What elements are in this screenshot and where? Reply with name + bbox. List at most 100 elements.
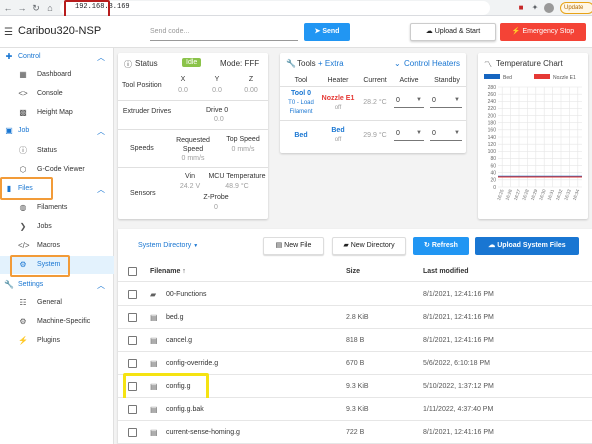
- heater-nozzle-e1[interactable]: Nozzle E1: [316, 95, 360, 102]
- dropdown-arrow-icon: ▼: [454, 130, 460, 136]
- upload-system-files-button[interactable]: ☁ Upload System Files: [475, 237, 579, 255]
- sidebar-section-job[interactable]: ▣ Job ︿: [0, 124, 114, 138]
- home-icon[interactable]: ⌂: [44, 2, 56, 14]
- table-row[interactable]: ▤ bed.g 2.8 KiB 8/1/2021, 12:41:16 PM: [118, 306, 592, 329]
- file-size: 9.3 KiB: [346, 406, 369, 413]
- nozzle-active-select[interactable]: 0 ▼: [394, 94, 424, 108]
- table-row[interactable]: ▤ current-sense-homing.g 722 B 8/1/2021,…: [118, 421, 592, 444]
- upload-system-files-label: Upload System Files: [497, 242, 566, 249]
- y-tick-label: 140: [488, 135, 497, 141]
- mode-label: Mode: FFF: [220, 59, 260, 68]
- update-button[interactable]: Update: [560, 2, 592, 14]
- list-icon: ❯: [19, 222, 27, 231]
- chevron-up-icon: ︿: [97, 185, 105, 194]
- sidebar-item-machine-specific[interactable]: ⚙ Machine-Specific: [0, 313, 114, 331]
- app-title: Caribou320-NSP: [18, 25, 102, 37]
- nozzle-standby-select[interactable]: 0 ▼: [430, 94, 462, 108]
- row-checkbox[interactable]: [128, 405, 137, 414]
- x-tick-label: 16:29: [530, 188, 539, 201]
- table-row[interactable]: ▤ config.g.bak 9.3 KiB 1/11/2022, 4:37:4…: [118, 398, 592, 421]
- grid-icon: ▩: [19, 108, 27, 117]
- file-size: 9.3 KiB: [346, 383, 369, 390]
- tools-col-heater: Heater: [327, 77, 349, 84]
- row-checkbox[interactable]: [128, 336, 137, 345]
- bed-standby-value: 0: [432, 130, 436, 137]
- bed-active-select[interactable]: 0 ▼: [394, 127, 424, 141]
- sidebar-section-settings[interactable]: 🔧 Settings ︿: [0, 278, 114, 292]
- top-speed-label: Top Speed: [226, 136, 260, 143]
- avatar[interactable]: [544, 3, 554, 13]
- load-filament-link[interactable]: T0 - Load Filament: [283, 99, 319, 117]
- sidebar-item-plugins[interactable]: ⚡ Plugins: [0, 332, 114, 350]
- row-checkbox[interactable]: [128, 428, 137, 437]
- col-filename[interactable]: Filename ↑: [150, 268, 186, 275]
- sliders-icon: ☷: [19, 298, 27, 307]
- table-row[interactable]: ▰ 00-Functions 8/1/2021, 12:41:16 PM: [118, 283, 592, 306]
- sidebar-item-filaments[interactable]: ◍ Filaments: [0, 199, 114, 217]
- heater-bed[interactable]: Bed: [316, 127, 360, 134]
- sidebar-item-label: General: [37, 299, 62, 306]
- sidebar-item-console[interactable]: <> Console: [0, 85, 114, 103]
- menu-icon[interactable]: ☰: [4, 27, 13, 38]
- axis-x-label: X: [180, 76, 186, 83]
- reload-icon[interactable]: ↻: [30, 2, 42, 14]
- tools-col-standby: Standby: [434, 77, 460, 84]
- extra-toggle[interactable]: + Extra: [318, 59, 344, 68]
- sidebar-section-control[interactable]: ✚ Control ︿: [0, 50, 114, 64]
- send-label: Send: [322, 28, 340, 35]
- col-size[interactable]: Size: [346, 268, 360, 275]
- upload-start-label: Upload & Start: [434, 28, 481, 35]
- sidebar-item-label: Jobs: [37, 223, 52, 230]
- send-code-input[interactable]: Send code...: [150, 23, 298, 41]
- bed-standby-select[interactable]: 0 ▼: [430, 127, 462, 141]
- sidebar-item-macros[interactable]: </> Macros: [0, 237, 114, 255]
- sidebar-item-label: Plugins: [37, 337, 60, 344]
- sidebar-item-label: Console: [37, 90, 63, 97]
- sidebar-item-status[interactable]: ⓘ Status: [0, 142, 114, 160]
- emergency-stop-button[interactable]: ⚡ Emergency Stop: [500, 23, 586, 41]
- speeds-label: Speeds: [130, 145, 154, 152]
- divider: [118, 129, 268, 130]
- sidebar-item-dashboard[interactable]: ▦ Dashboard: [0, 66, 114, 84]
- requested-speed-label: Requested Speed: [176, 137, 210, 153]
- requested-speed-value: 0 mm/s: [181, 155, 205, 162]
- new-file-label: New File: [284, 242, 312, 249]
- row-checkbox[interactable]: [128, 290, 137, 299]
- send-button[interactable]: ➤ Send: [304, 23, 350, 41]
- directory-label: System Directory: [138, 242, 192, 249]
- sidebar-item-jobs[interactable]: ❯ Jobs: [0, 218, 114, 236]
- mcu-temperature-label: MCU Temperature: [208, 173, 266, 180]
- select-all-checkbox[interactable]: [128, 267, 137, 276]
- new-directory-button[interactable]: ▰ New Directory: [332, 237, 406, 255]
- tool-0-name[interactable]: Tool 0: [284, 90, 318, 97]
- upload-start-button[interactable]: ☁ Upload & Start: [410, 23, 496, 41]
- drive-label: Drive 0: [206, 107, 229, 114]
- row-checkbox[interactable]: [128, 359, 137, 368]
- files-highlight-box: [0, 177, 53, 200]
- heater-nozzle-state: off: [334, 105, 342, 111]
- file-date: 8/1/2021, 12:41:16 PM: [423, 429, 494, 436]
- x-tick-label: 16:31: [546, 188, 555, 201]
- system-directory-breadcrumb[interactable]: System Directory ▼: [138, 242, 198, 249]
- new-file-button[interactable]: ▤ New File: [263, 237, 324, 255]
- extension-icon[interactable]: ■: [516, 3, 526, 13]
- filament-icon: ◍: [19, 203, 27, 212]
- back-icon[interactable]: ←: [2, 2, 14, 14]
- zprobe-value: 0: [214, 204, 218, 211]
- axis-y-label: Y: [214, 76, 220, 83]
- sidebar-item-general[interactable]: ☷ General: [0, 294, 114, 312]
- sensors-label: Sensors: [130, 190, 156, 197]
- puzzle-icon[interactable]: ✦: [530, 3, 540, 13]
- tools-col-active: Active: [399, 77, 419, 84]
- row-checkbox[interactable]: [128, 313, 137, 322]
- control-heaters-link[interactable]: Control Heaters: [404, 59, 460, 68]
- sidebar-item-height-map[interactable]: ▩ Height Map: [0, 104, 114, 122]
- table-row[interactable]: ▤ config-override.g 670 B 5/6/2022, 6:10…: [118, 352, 592, 375]
- divider: [118, 100, 268, 101]
- refresh-button[interactable]: ↻ Refresh: [413, 237, 469, 255]
- col-last-modified[interactable]: Last modified: [423, 268, 469, 275]
- table-row[interactable]: ▤ cancel.g 818 B 8/1/2021, 12:41:16 PM: [118, 329, 592, 352]
- chevron-up-icon: ︿: [97, 127, 105, 136]
- forward-icon[interactable]: →: [16, 2, 28, 14]
- bed-tool-name[interactable]: Bed: [284, 132, 318, 139]
